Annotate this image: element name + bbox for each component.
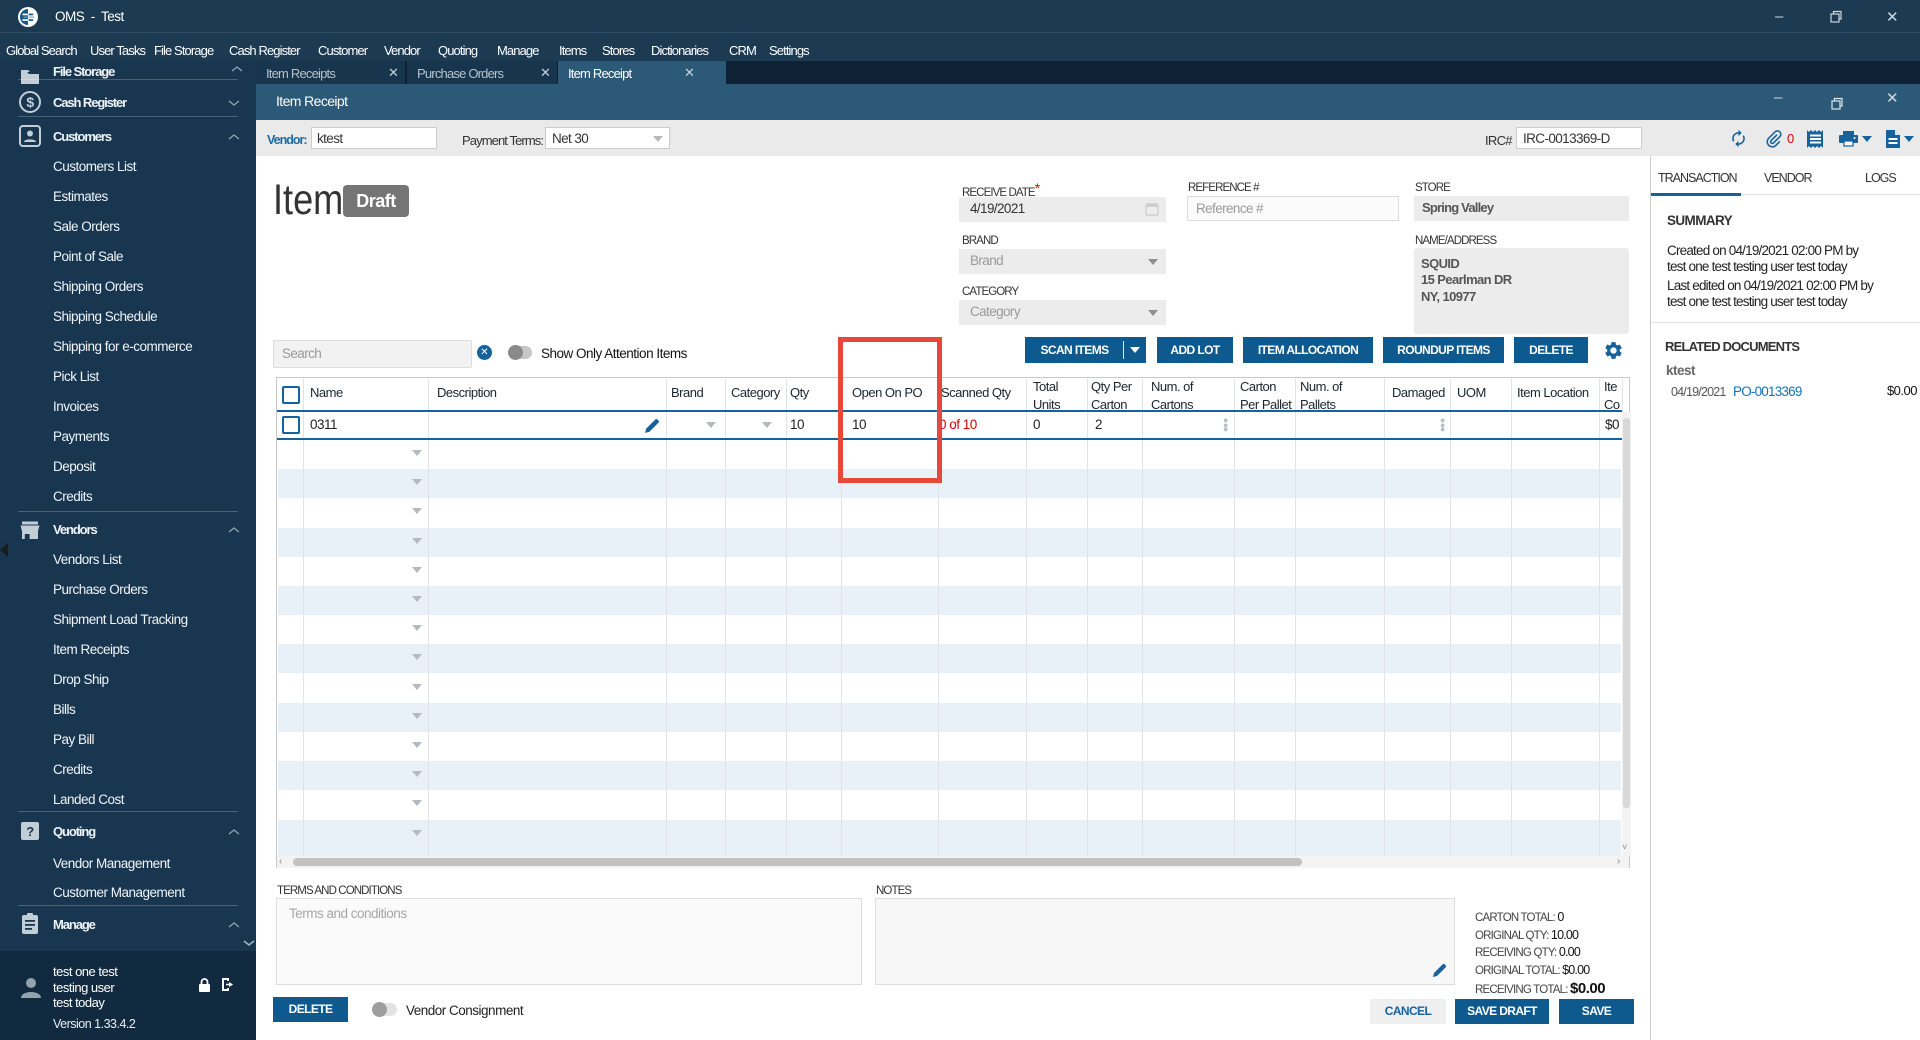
svg-text:?: ? bbox=[26, 824, 34, 839]
svg-text:$: $ bbox=[26, 94, 34, 110]
